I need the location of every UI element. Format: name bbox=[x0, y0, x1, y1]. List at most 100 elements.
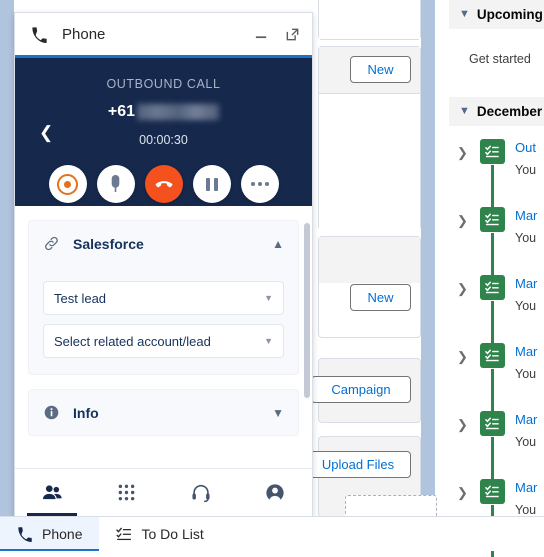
info-icon bbox=[43, 404, 60, 421]
contacts-icon bbox=[42, 483, 63, 502]
masked-number bbox=[137, 103, 220, 120]
chevron-down-icon: ▼ bbox=[264, 293, 273, 303]
lead-select-value: Test lead bbox=[54, 290, 107, 306]
timeline-item[interactable]: ❯ Mar You bbox=[449, 271, 544, 353]
timeline-subtitle: You bbox=[515, 367, 537, 381]
task-icon bbox=[480, 411, 505, 436]
timeline-title[interactable]: Mar bbox=[515, 412, 537, 427]
hangup-icon bbox=[154, 174, 174, 194]
task-icon bbox=[480, 343, 505, 368]
phone-icon bbox=[31, 26, 48, 43]
taskbar-item-todo[interactable]: To Do List bbox=[99, 517, 220, 551]
panel-scrollbar[interactable] bbox=[304, 223, 310, 398]
phone-header: Phone bbox=[15, 13, 312, 55]
timeline-subtitle: You bbox=[515, 231, 537, 245]
chevron-right-icon[interactable]: ❯ bbox=[457, 213, 468, 229]
timeline-subtitle: You bbox=[515, 503, 537, 517]
timeline-subtitle: You bbox=[515, 163, 537, 177]
chevron-down-icon: ▼ bbox=[459, 8, 470, 20]
link-icon bbox=[43, 235, 60, 252]
hangup-button[interactable] bbox=[144, 165, 183, 203]
phone-bottom-nav bbox=[15, 468, 312, 516]
timeline-item[interactable]: ❯ Out You bbox=[449, 135, 544, 217]
salesforce-panel: Salesforce ▲ Test lead ▼ Select related … bbox=[28, 220, 299, 375]
salesforce-panel-title: Salesforce bbox=[73, 235, 144, 252]
taskbar-item-phone[interactable]: Phone bbox=[0, 517, 100, 551]
active-call-panel: ❮ OUTBOUND CALL +61 00:00:30 bbox=[15, 58, 312, 206]
headset-tab[interactable] bbox=[164, 469, 238, 516]
call-status: OUTBOUND CALL bbox=[106, 77, 221, 91]
call-controls bbox=[15, 165, 312, 203]
info-panel-title: Info bbox=[73, 404, 99, 421]
salesforce-panel-header[interactable]: Salesforce ▲ bbox=[29, 221, 298, 266]
record-button[interactable] bbox=[48, 165, 87, 203]
mute-button[interactable] bbox=[96, 165, 135, 203]
headset-icon bbox=[191, 483, 211, 503]
taskbar: Phone To Do List bbox=[0, 516, 544, 551]
timeline-title[interactable]: Out bbox=[515, 140, 536, 155]
chevron-down-icon: ▼ bbox=[264, 336, 273, 346]
timeline-item[interactable]: ❯ Mar You bbox=[449, 203, 544, 285]
campaign-button[interactable]: Campaign bbox=[311, 376, 411, 403]
chevron-right-icon[interactable]: ❯ bbox=[457, 145, 468, 161]
chevron-right-icon[interactable]: ❯ bbox=[457, 281, 468, 297]
timeline-item[interactable]: ❯ Mar You bbox=[449, 339, 544, 421]
taskbar-label: Phone bbox=[42, 526, 83, 542]
checklist-icon bbox=[116, 526, 132, 542]
chevron-left-icon[interactable]: ❮ bbox=[39, 124, 53, 141]
upload-files-button[interactable]: Upload Files bbox=[305, 451, 411, 478]
right-column: ▼ Upcoming Get started ▼ December ❯ Out … bbox=[449, 0, 544, 557]
section-label: December bbox=[476, 104, 543, 119]
timeline-title[interactable]: Mar bbox=[515, 480, 537, 495]
record-icon bbox=[57, 173, 78, 195]
card-header: New bbox=[319, 237, 420, 311]
task-icon bbox=[480, 139, 505, 164]
info-panel-header[interactable]: Info ▼ bbox=[29, 390, 298, 435]
related-account-select[interactable]: Select related account/lead ▼ bbox=[43, 324, 284, 358]
new-button-2[interactable]: New bbox=[350, 284, 411, 311]
dialpad-icon bbox=[118, 484, 135, 501]
bg-card-2: New bbox=[318, 236, 421, 338]
profile-tab[interactable] bbox=[238, 469, 312, 516]
popout-icon[interactable] bbox=[285, 27, 300, 42]
more-button[interactable] bbox=[240, 165, 279, 203]
chevron-right-icon[interactable]: ❯ bbox=[457, 349, 468, 365]
section-label: Upcoming bbox=[476, 7, 543, 22]
bg-card-0 bbox=[318, 0, 421, 40]
bg-card-1: New bbox=[318, 46, 421, 231]
related-account-select-value: Select related account/lead bbox=[54, 333, 211, 349]
hold-button[interactable] bbox=[192, 165, 231, 203]
more-icon bbox=[250, 182, 269, 186]
timeline-subtitle: You bbox=[515, 299, 537, 313]
task-icon bbox=[480, 275, 505, 300]
info-panel: Info ▼ bbox=[28, 389, 299, 436]
pause-icon bbox=[205, 177, 218, 191]
task-icon bbox=[480, 207, 505, 232]
salesforce-panel-body: Test lead ▼ Select related account/lead … bbox=[29, 266, 298, 374]
section-december[interactable]: ▼ December bbox=[449, 97, 544, 126]
minimize-icon[interactable] bbox=[254, 27, 269, 42]
bg-card-3: Campaign bbox=[311, 358, 421, 423]
country-code: +61 bbox=[107, 103, 136, 120]
timeline-title[interactable]: Mar bbox=[515, 208, 537, 223]
get-started-text: Get started bbox=[469, 52, 531, 66]
contacts-tab[interactable] bbox=[15, 469, 89, 516]
lead-select[interactable]: Test lead ▼ bbox=[43, 281, 284, 315]
chevron-down-icon: ▼ bbox=[459, 105, 470, 117]
chevron-right-icon[interactable]: ❯ bbox=[457, 417, 468, 433]
chevron-down-icon[interactable]: ▼ bbox=[272, 406, 284, 420]
call-number: +61 bbox=[15, 103, 312, 121]
bg-card-4: Upload Files bbox=[305, 436, 437, 519]
chevron-right-icon[interactable]: ❯ bbox=[457, 485, 468, 501]
new-button-1[interactable]: New bbox=[350, 56, 411, 83]
timeline-item[interactable]: ❯ Mar You bbox=[449, 407, 544, 489]
activity-timeline: ❯ Out You ❯ Mar You ❯ Mar You ❯ Mar You … bbox=[449, 135, 544, 557]
taskbar-label: To Do List bbox=[141, 526, 204, 542]
dialpad-tab[interactable] bbox=[89, 469, 163, 516]
timeline-title[interactable]: Mar bbox=[515, 344, 537, 359]
phone-title: Phone bbox=[62, 25, 106, 43]
middle-gutter bbox=[421, 0, 435, 517]
timeline-title[interactable]: Mar bbox=[515, 276, 537, 291]
section-upcoming[interactable]: ▼ Upcoming bbox=[449, 0, 544, 29]
chevron-up-icon[interactable]: ▲ bbox=[272, 237, 284, 251]
